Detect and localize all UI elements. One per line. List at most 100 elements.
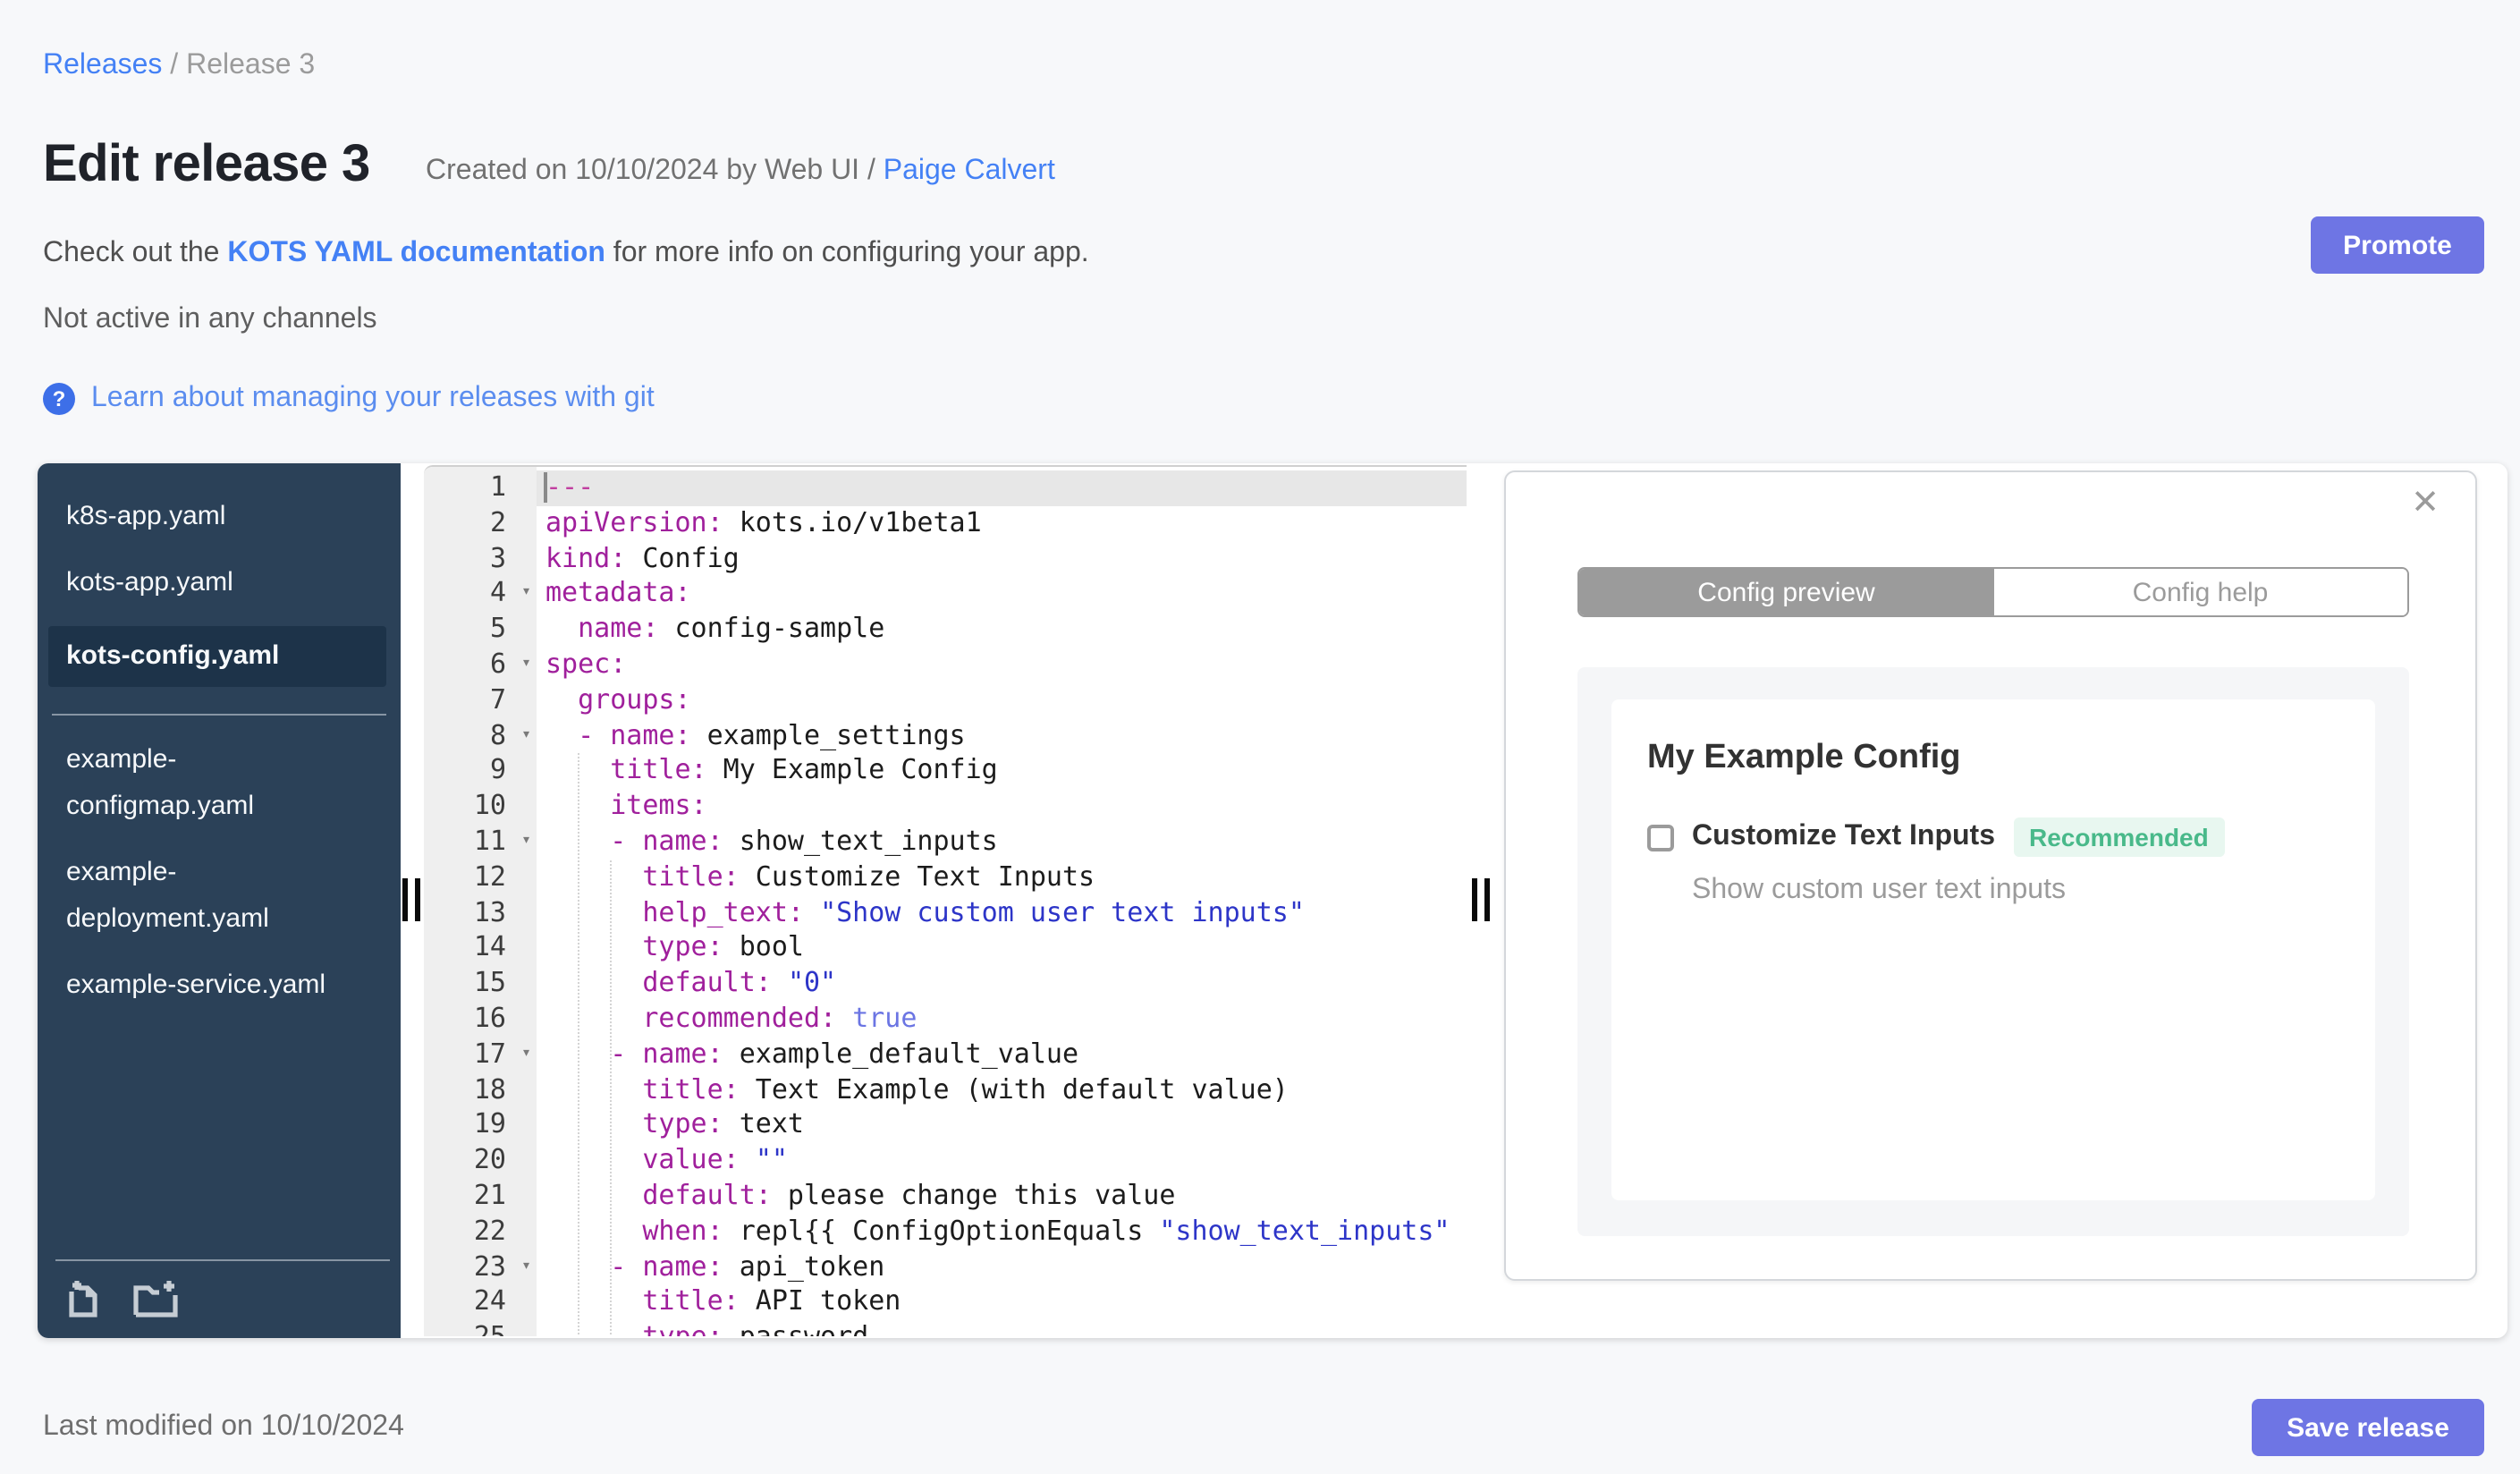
sidebar-footer bbox=[38, 1259, 401, 1338]
file-sidebar: k8s-app.yaml kots-app.yaml kots-config.yam… bbox=[38, 463, 401, 1338]
promote-button[interactable]: Promote bbox=[2311, 216, 2484, 274]
editor-line-numbers: 1 2 3 4 ▾ 5 6 ▾ 7 8 ▾ 9 10 11 ▾ 12 13 14 15 16 17 ▾ 18 19 20 21 22… bbox=[424, 467, 537, 1336]
sidebar-file[interactable]: example-service.yaml bbox=[38, 962, 401, 1009]
line-number: 15 bbox=[473, 966, 506, 999]
close-icon[interactable]: ✕ bbox=[2411, 485, 2440, 524]
code-line: kind: Config bbox=[545, 541, 740, 574]
config-item-row: Customize Text Inputs Recommended bbox=[1647, 817, 2225, 857]
release-editor-container: k8s-app.yaml kots-app.yaml kots-config.yam… bbox=[38, 463, 2507, 1338]
config-group-title: My Example Config bbox=[1647, 739, 1961, 776]
code-line: value: "" bbox=[642, 1143, 788, 1176]
doc-note: Check out the KOTS YAML documentation fo… bbox=[43, 238, 1089, 270]
sidebar-editor-resize-handle[interactable] bbox=[402, 878, 424, 921]
code-line: name: config-sample bbox=[578, 612, 885, 645]
line-number: 11 ▾ bbox=[424, 825, 537, 860]
breadcrumb-separator: / bbox=[162, 50, 187, 80]
code-line: default: please change this value bbox=[642, 1178, 1176, 1211]
line-number: 10 bbox=[473, 789, 506, 822]
fold-arrow-icon[interactable]: ▾ bbox=[521, 825, 531, 860]
fold-arrow-icon[interactable]: ▾ bbox=[521, 718, 531, 754]
sidebar-footer-divider bbox=[55, 1259, 390, 1261]
line-number: 23 ▾ bbox=[424, 1250, 537, 1285]
code-line: - name: example_settings bbox=[578, 718, 966, 751]
yaml-code-editor[interactable]: 1 2 3 4 ▾ 5 6 ▾ 7 8 ▾ 9 10 11 ▾ 12 13 14 15 16 17 ▾ 18 19 20 21 22… bbox=[424, 465, 1467, 1336]
release-editor-page: Releases / Release 3 Edit release 3 Crea… bbox=[0, 0, 2520, 1474]
code-line: spec: bbox=[545, 647, 627, 680]
created-line: Created on 10/10/2024 by Web UI / Paige … bbox=[426, 156, 1055, 188]
breadcrumb-releases-link[interactable]: Releases bbox=[43, 50, 162, 80]
editor-gutter: 1 2 3 4 ▾ 5 6 ▾ 7 8 ▾ 9 10 11 ▾ 12 13 14 15 16 17 ▾ 18 19 20 21 22… bbox=[424, 467, 537, 1336]
editor-panel-resize-handle[interactable] bbox=[1472, 878, 1493, 921]
code-line: - name: api_token bbox=[610, 1250, 885, 1283]
line-number: 25 bbox=[424, 1320, 537, 1336]
line-number: 22 bbox=[473, 1214, 506, 1247]
config-item-checkbox[interactable] bbox=[1647, 824, 1674, 851]
line-number: 5 bbox=[489, 612, 506, 645]
sidebar-file[interactable]: kots-config.yaml bbox=[48, 626, 386, 687]
channel-status: Not active in any channels bbox=[43, 304, 377, 335]
git-help-link[interactable]: Learn about managing your releases with … bbox=[91, 383, 655, 415]
fold-arrow-icon[interactable]: ▾ bbox=[521, 1250, 531, 1285]
code-line: - name: example_default_value bbox=[610, 1037, 1079, 1070]
code-line: type: password bbox=[545, 1320, 1467, 1336]
sidebar-file[interactable]: k8s-app.yaml bbox=[38, 494, 401, 540]
breadcrumb: Releases / Release 3 bbox=[43, 50, 315, 82]
code-line: type: text bbox=[642, 1107, 804, 1140]
kots-yaml-doc-link[interactable]: KOTS YAML documentation bbox=[227, 238, 605, 268]
code-line: when: repl{{ ConfigOptionEquals "show_te… bbox=[642, 1214, 1450, 1247]
fold-arrow-icon[interactable]: ▾ bbox=[521, 577, 531, 613]
fold-arrow-icon[interactable]: ▾ bbox=[521, 1038, 531, 1073]
help-icon: ? bbox=[43, 383, 75, 415]
code-line: title: API token bbox=[642, 1284, 901, 1317]
tab-config-help[interactable]: Config help bbox=[1993, 569, 2407, 615]
line-number: 1 bbox=[489, 470, 506, 503]
line-number: 17 ▾ bbox=[424, 1038, 537, 1073]
code-line: apiVersion: kots.io/v1beta1 bbox=[545, 505, 982, 538]
doc-note-pre: Check out the bbox=[43, 238, 228, 268]
fold-arrow-icon[interactable]: ▾ bbox=[521, 648, 531, 683]
line-number: 3 bbox=[489, 541, 506, 574]
code-line: recommended: true bbox=[642, 1001, 918, 1034]
line-number: 14 bbox=[473, 930, 506, 963]
editor-code-area[interactable]: --- apiVersion: kots.io/v1beta1 kind: Conf… bbox=[545, 470, 1467, 1336]
line-number: 13 bbox=[473, 895, 506, 928]
created-author-link[interactable]: Paige Calvert bbox=[884, 156, 1055, 186]
line-number: 21 bbox=[473, 1178, 506, 1211]
text-cursor bbox=[544, 472, 547, 503]
code-line: title: Text Example (with default value) bbox=[642, 1072, 1289, 1106]
config-item-help: Show custom user text inputs bbox=[1692, 875, 2066, 905]
code-line: metadata: bbox=[545, 576, 691, 609]
code-line: title: Customize Text Inputs bbox=[642, 860, 1095, 893]
code-line: default: "0" bbox=[642, 966, 837, 999]
sidebar-actions bbox=[64, 1277, 179, 1320]
config-item-label: Customize Text Inputs bbox=[1692, 821, 1995, 851]
tab-config-preview[interactable]: Config preview bbox=[1579, 569, 1993, 615]
config-preview-area: My Example Config Customize Text Inputs … bbox=[1577, 667, 2409, 1236]
save-release-button[interactable]: Save release bbox=[2252, 1399, 2484, 1456]
sidebar-file[interactable]: kots-app.yaml bbox=[38, 560, 401, 606]
code-line: - name: show_text_inputs bbox=[610, 824, 998, 857]
created-text: Created on 10/10/2024 by Web UI / bbox=[426, 156, 884, 186]
breadcrumb-current: Release 3 bbox=[186, 50, 316, 80]
config-preview-panel: ✕ Config preview Config help My Example C… bbox=[1504, 470, 2477, 1281]
line-number: 18 bbox=[473, 1072, 506, 1106]
line-number: 12 bbox=[473, 860, 506, 893]
new-folder-icon[interactable] bbox=[132, 1277, 179, 1320]
code-line: --- bbox=[545, 470, 595, 503]
code-line: groups: bbox=[578, 682, 691, 716]
line-number: 6 ▾ bbox=[424, 648, 537, 683]
line-number: 9 bbox=[489, 753, 506, 786]
sidebar-divider bbox=[52, 714, 386, 716]
sidebar-file[interactable]: example-deployment.yaml bbox=[38, 850, 401, 943]
sidebar-file[interactable]: example-configmap.yaml bbox=[38, 737, 401, 830]
new-file-icon[interactable] bbox=[64, 1277, 104, 1320]
code-line: items: bbox=[610, 789, 707, 822]
line-number: 16 bbox=[473, 1001, 506, 1034]
line-number: 24 bbox=[473, 1284, 506, 1317]
line-number: 7 bbox=[489, 682, 506, 716]
config-tab-group: Config preview Config help bbox=[1577, 567, 2409, 617]
doc-note-post: for more info on configuring your app. bbox=[605, 238, 1089, 268]
page-title: Edit release 3 bbox=[43, 136, 370, 193]
sidebar-file-list: k8s-app.yaml kots-app.yaml kots-config.yam… bbox=[38, 463, 401, 1009]
last-modified-text: Last modified on 10/10/2024 bbox=[43, 1411, 404, 1442]
